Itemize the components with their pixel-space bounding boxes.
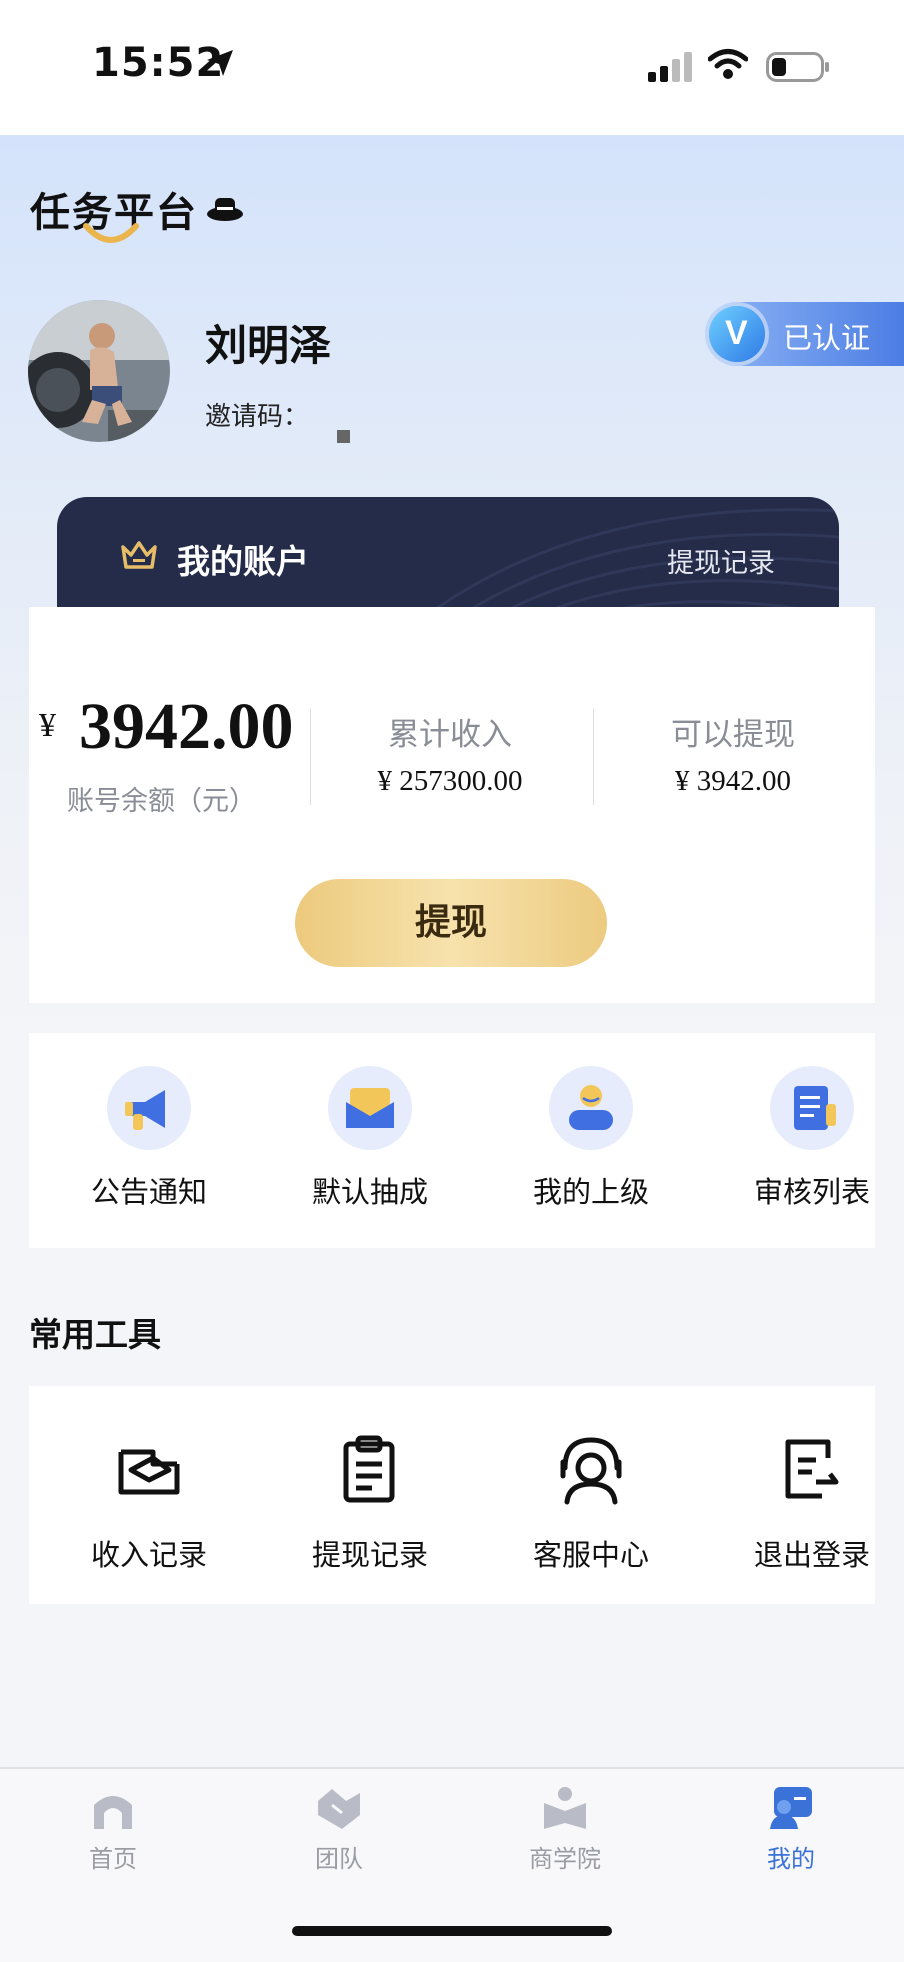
crown-icon (121, 541, 157, 569)
battery-icon (766, 52, 829, 82)
academy-icon (544, 1787, 586, 1829)
user-name: 刘明泽 (205, 321, 332, 370)
cellular-signal-icon (648, 52, 692, 82)
quick-action-announcements[interactable]: 公告通知 (53, 1033, 264, 1248)
total-income-value: ¥ 257300.00 (377, 765, 523, 797)
list-document-icon (770, 1066, 854, 1150)
tab-label: 我的 (767, 1845, 815, 1873)
tool-logout[interactable]: 退出登录 (716, 1386, 904, 1604)
location-arrow-icon (207, 50, 233, 76)
tool-label: 退出登录 (753, 1538, 870, 1572)
balance-amount: 3942.00 (79, 690, 294, 763)
withdraw-button[interactable]: 提现 (295, 879, 607, 967)
quick-action-label: 我的上级 (532, 1175, 649, 1209)
tab-home[interactable]: 首页 (0, 1769, 226, 1899)
tab-academy[interactable]: 商学院 (452, 1769, 678, 1899)
tools-section-title: 常用工具 (29, 1315, 161, 1354)
quick-action-label: 审核列表 (753, 1175, 870, 1209)
verified-badge[interactable]: V 已认证 (705, 302, 904, 366)
balance-label: 账号余额（元） (67, 786, 256, 817)
tool-income-record[interactable]: 收入记录 (53, 1386, 264, 1604)
quick-action-label: 默认抽成 (311, 1175, 428, 1209)
headset-icon (560, 1437, 622, 1505)
tools-panel: 收入记录 提现记录 客服中心 退出登录 (29, 1386, 875, 1604)
account-card: 我的账户 提现记录 ¥ 3942.00 账号余额（元） 累计收入 ¥ 25730… (29, 497, 875, 1003)
home-indicator[interactable] (292, 1926, 612, 1936)
quick-action-my-superior[interactable]: 我的上级 (495, 1033, 706, 1248)
tab-label: 首页 (89, 1845, 137, 1873)
quick-actions-panel: 公告通知 默认抽成 我的上级 审核列表 (29, 1033, 875, 1248)
verified-label: 已认证 (783, 321, 871, 355)
logo-smile-icon (83, 223, 139, 243)
withdraw-record-link[interactable]: 提现记录 (667, 541, 775, 580)
divider (310, 709, 311, 805)
invite-code-label: 邀请码： (205, 402, 310, 432)
clipboard-icon (343, 1435, 395, 1503)
quick-action-review-list[interactable]: 审核列表 (716, 1033, 904, 1248)
home-icon (94, 1796, 132, 1829)
profile-icon (770, 1787, 812, 1829)
account-title: 我的账户 (177, 542, 309, 581)
tool-label: 客服中心 (532, 1538, 649, 1572)
envelope-icon (328, 1066, 412, 1150)
balance-currency: ¥ (39, 707, 56, 744)
tab-team[interactable]: 团队 (226, 1769, 452, 1899)
withdrawable-value: ¥ 3942.00 (675, 765, 791, 797)
logo-hat-icon (207, 198, 243, 221)
tab-profile[interactable]: 我的 (678, 1769, 904, 1899)
team-icon (318, 1789, 360, 1829)
avatar[interactable] (28, 300, 170, 442)
total-income-label: 累计收入 (388, 717, 512, 753)
income-record-icon (118, 1449, 180, 1495)
withdrawable-label: 可以提现 (671, 717, 795, 753)
tool-withdraw-record[interactable]: 提现记录 (274, 1386, 485, 1604)
status-bar: 15:52 (0, 0, 904, 135)
tool-customer-service[interactable]: 客服中心 (495, 1386, 706, 1604)
megaphone-icon (107, 1066, 191, 1150)
tab-label: 团队 (315, 1845, 363, 1873)
invite-code-value (337, 430, 350, 443)
quick-action-label: 公告通知 (90, 1175, 207, 1209)
tab-label: 商学院 (529, 1845, 601, 1873)
wifi-icon (708, 49, 748, 79)
logout-document-icon (785, 1439, 839, 1499)
quick-action-default-commission[interactable]: 默认抽成 (274, 1033, 485, 1248)
tool-label: 提现记录 (311, 1538, 428, 1572)
person-icon (549, 1066, 633, 1150)
divider (593, 709, 594, 805)
verified-v-icon: V (709, 306, 765, 362)
tool-label: 收入记录 (90, 1538, 207, 1572)
